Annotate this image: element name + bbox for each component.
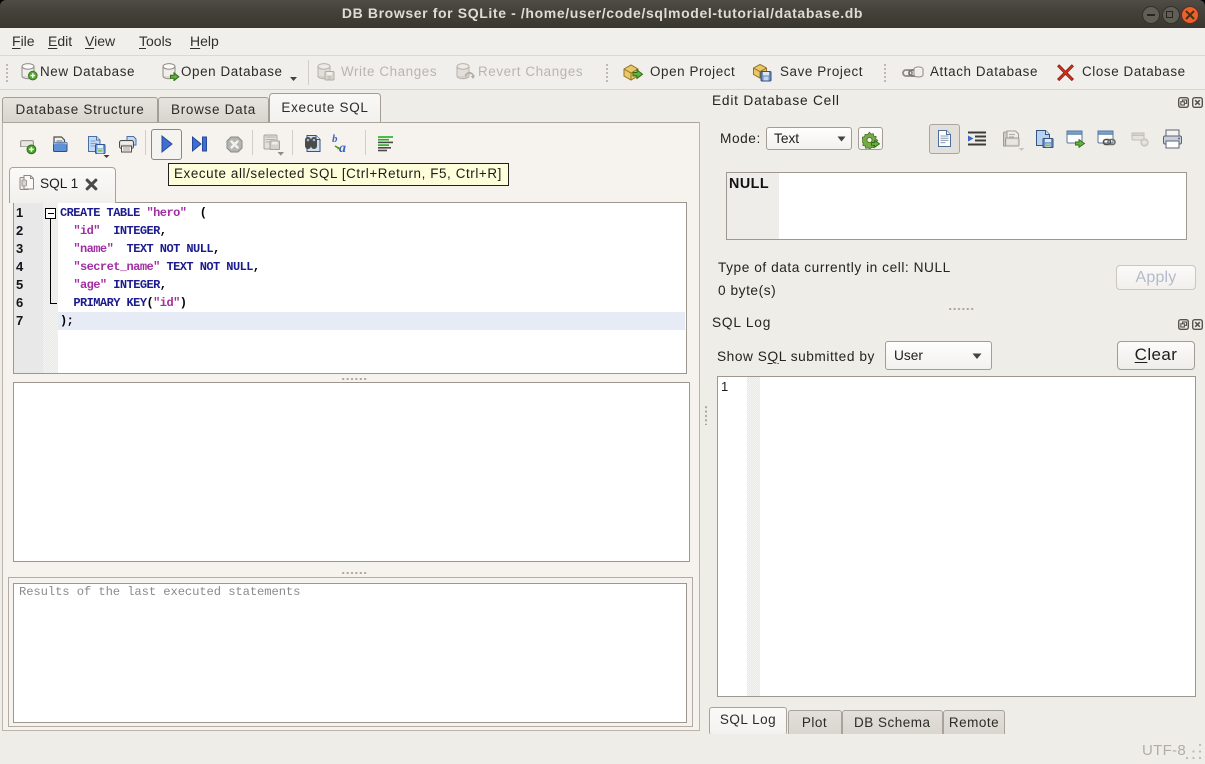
svg-text:b: b bbox=[332, 133, 338, 145]
svg-text:a: a bbox=[339, 141, 346, 154]
